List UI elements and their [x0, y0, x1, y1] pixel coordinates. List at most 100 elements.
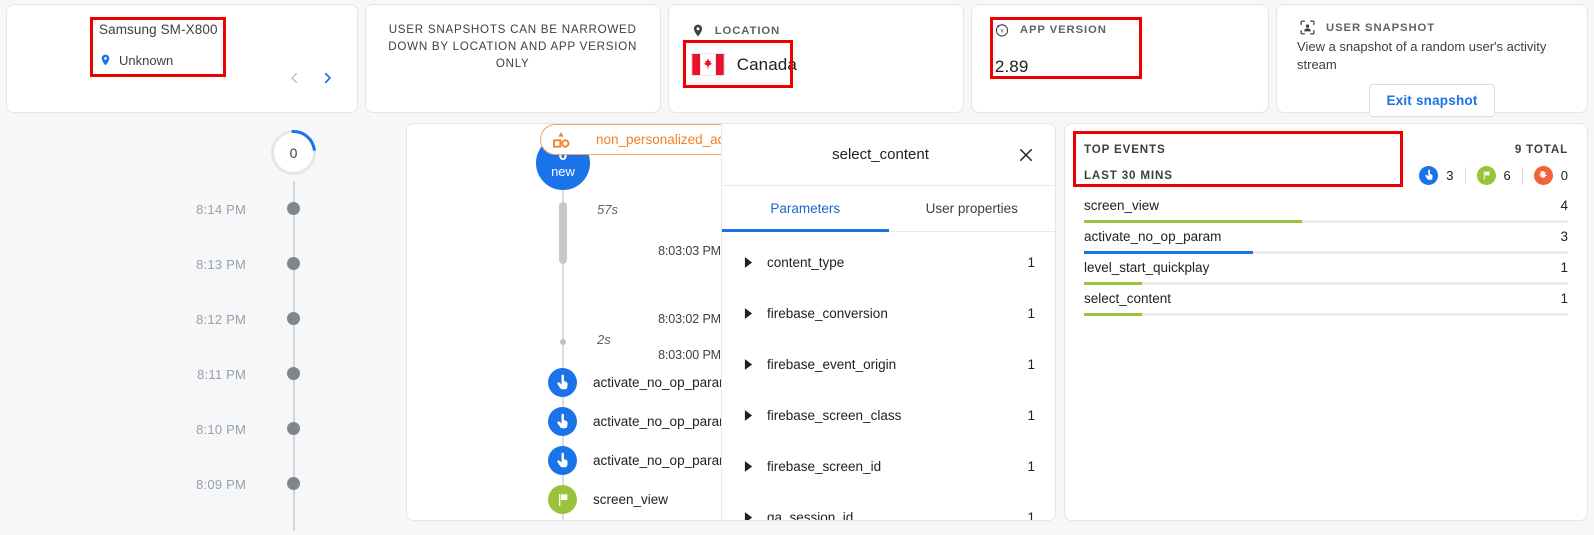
- flag-icon: [548, 485, 577, 514]
- top-event-bar-fill: [1084, 313, 1143, 316]
- tab-parameters[interactable]: Parameters: [722, 186, 889, 232]
- app-version-card-label: APP VERSION: [1019, 24, 1107, 36]
- top-events-title: TOP EVENTS: [1084, 142, 1166, 156]
- location-card-header: LOCATION: [669, 5, 963, 39]
- parameters-panel-title: select_content: [832, 146, 929, 163]
- top-event-bar-track: [1084, 313, 1568, 316]
- tab-user-properties[interactable]: User properties: [889, 186, 1056, 231]
- parameters-list: content_type 1 firebase_conversion 1 fir…: [722, 232, 1055, 521]
- device-location: Unknown: [99, 52, 357, 68]
- event-stream: 0 new 57s 8:03:03 PM non_personalized_ad…: [407, 124, 840, 520]
- parameter-row[interactable]: content_type 1: [722, 237, 1055, 288]
- stat-touch-events: 3: [1419, 165, 1454, 185]
- top-event-bar-fill: [1084, 220, 1302, 223]
- non-personalized-ads-label: non_personalized_ads: [596, 132, 732, 147]
- stream-event-item[interactable]: screen_view: [548, 485, 668, 514]
- stream-event-item[interactable]: activate_no_op_param: [548, 368, 730, 397]
- svg-text:v: v: [1000, 29, 1003, 35]
- event-time: 8:03:00 PM: [658, 348, 721, 362]
- parameter-name: firebase_event_origin: [767, 357, 897, 372]
- snapshot-note-text: USER SNAPSHOTS CAN BE NARROWED DOWN BY L…: [388, 23, 638, 70]
- touch-icon: [548, 446, 577, 475]
- parameter-name: ga_session_id: [767, 510, 854, 521]
- device-pager: [287, 68, 335, 88]
- top-events-stats: 3 6 0: [1419, 165, 1568, 185]
- stream-event-label: screen_view: [593, 492, 669, 507]
- location-card: LOCATION Canada: [667, 4, 964, 113]
- parameter-name: firebase_screen_class: [767, 408, 902, 423]
- divider: [1464, 166, 1466, 184]
- timeline-dot: [287, 202, 300, 215]
- top-event-row[interactable]: level_start_quickplay 1: [1084, 258, 1568, 289]
- close-icon[interactable]: [1015, 144, 1037, 166]
- timeline-tick: 8:10 PM: [6, 421, 306, 437]
- parameter-row[interactable]: firebase_screen_id 1: [722, 441, 1055, 492]
- top-event-value: 4: [1560, 198, 1568, 213]
- flag-icon: [1476, 165, 1496, 185]
- parameter-row[interactable]: firebase_screen_class 1: [722, 390, 1055, 441]
- location-card-value: Canada: [736, 54, 797, 74]
- expand-caret-icon[interactable]: [744, 410, 758, 421]
- parameters-panel-header: select_content: [722, 124, 1055, 186]
- exit-snapshot-button[interactable]: Exit snapshot: [1369, 84, 1495, 117]
- timeline-dot: [287, 312, 300, 325]
- parameter-count: 1: [1027, 357, 1035, 372]
- touch-icon: [1419, 165, 1439, 185]
- expand-caret-icon[interactable]: [744, 308, 758, 319]
- top-event-bar-fill: [1084, 251, 1254, 254]
- timeline-tick: 8:09 PM: [6, 477, 306, 492]
- parameter-count: 1: [1027, 510, 1035, 521]
- parameter-row[interactable]: firebase_conversion 1: [722, 288, 1055, 339]
- stream-event-item[interactable]: activate_no_op_param: [548, 446, 730, 475]
- top-event-row[interactable]: screen_view 4: [1084, 196, 1568, 227]
- user-snapshot-card: USER SNAPSHOT View a snapshot of a rando…: [1276, 4, 1588, 117]
- summary-cards-row: Samsung SM-X800 Unknown USER SNAPSHOTS C…: [0, 0, 1594, 117]
- expand-caret-icon[interactable]: [744, 461, 758, 472]
- minute-timeline: 0 8:14 PM 8:13 PM 8:12 PM 8:11 PM 8:10 P…: [6, 123, 406, 531]
- event-time: 8:03:03 PM: [658, 244, 721, 258]
- parameter-name: firebase_conversion: [767, 306, 888, 321]
- parameter-name: content_type: [767, 255, 845, 270]
- chevron-right-icon[interactable]: [320, 68, 335, 88]
- app-version-card: v APP VERSION 2.89: [970, 4, 1270, 113]
- top-event-row[interactable]: activate_no_op_param 3: [1084, 227, 1568, 258]
- timeline-tick-label: 8:14 PM: [196, 201, 246, 217]
- top-event-bar-fill: [1084, 282, 1143, 285]
- event-stream-minor-dot: [560, 339, 566, 345]
- parameter-row[interactable]: firebase_event_origin 1: [722, 339, 1055, 390]
- top-event-row[interactable]: select_content 1: [1084, 289, 1568, 320]
- tab-parameters-label: Parameters: [770, 201, 841, 216]
- top-events-card: TOP EVENTS 9 TOTAL LAST 30 MINS 3 6 0 sc…: [1064, 123, 1588, 521]
- timeline-tick: 8:11 PM: [6, 366, 306, 382]
- timeline-tick: 8:13 PM: [6, 257, 306, 272]
- expand-caret-icon[interactable]: [744, 512, 758, 520]
- app-version-card-header: v APP VERSION: [972, 5, 1268, 38]
- chevron-left-icon[interactable]: [287, 68, 302, 88]
- bug-icon: [1533, 165, 1553, 185]
- timeline-tick: 8:12 PM: [6, 312, 306, 327]
- parameters-tabs: Parameters User properties: [722, 186, 1055, 232]
- top-event-name: screen_view: [1084, 198, 1160, 213]
- top-events-subheader: LAST 30 MINS 3 6 0: [1084, 160, 1568, 190]
- timeline-gauge: 0: [271, 130, 316, 175]
- user-snapshot-icon: [1300, 20, 1315, 35]
- expand-caret-icon[interactable]: [744, 359, 758, 370]
- top-event-name: activate_no_op_param: [1084, 229, 1222, 244]
- canada-flag-icon: [690, 53, 725, 76]
- parameter-row[interactable]: ga_session_id 1: [722, 492, 1055, 521]
- timeline-tick-label: 8:10 PM: [196, 421, 246, 437]
- device-card: Samsung SM-X800 Unknown: [6, 4, 358, 113]
- parameter-count: 1: [1027, 459, 1035, 474]
- timeline-tick: 8:14 PM: [6, 201, 306, 217]
- tab-user-properties-label: User properties: [925, 201, 1018, 216]
- top-events-period: LAST 30 MINS: [1084, 168, 1173, 182]
- top-event-name: select_content: [1084, 291, 1172, 306]
- stream-event-item[interactable]: activate_no_op_param: [548, 407, 730, 436]
- parameter-count: 1: [1027, 306, 1035, 321]
- stat-screen-value: 6: [1503, 167, 1511, 183]
- stream-event-label: activate_no_op_param: [593, 414, 731, 429]
- timeline-gauge-value: 0: [289, 144, 298, 161]
- location-card-label: LOCATION: [714, 24, 781, 37]
- expand-caret-icon[interactable]: [744, 257, 758, 268]
- timeline-tick-label: 8:11 PM: [197, 366, 246, 382]
